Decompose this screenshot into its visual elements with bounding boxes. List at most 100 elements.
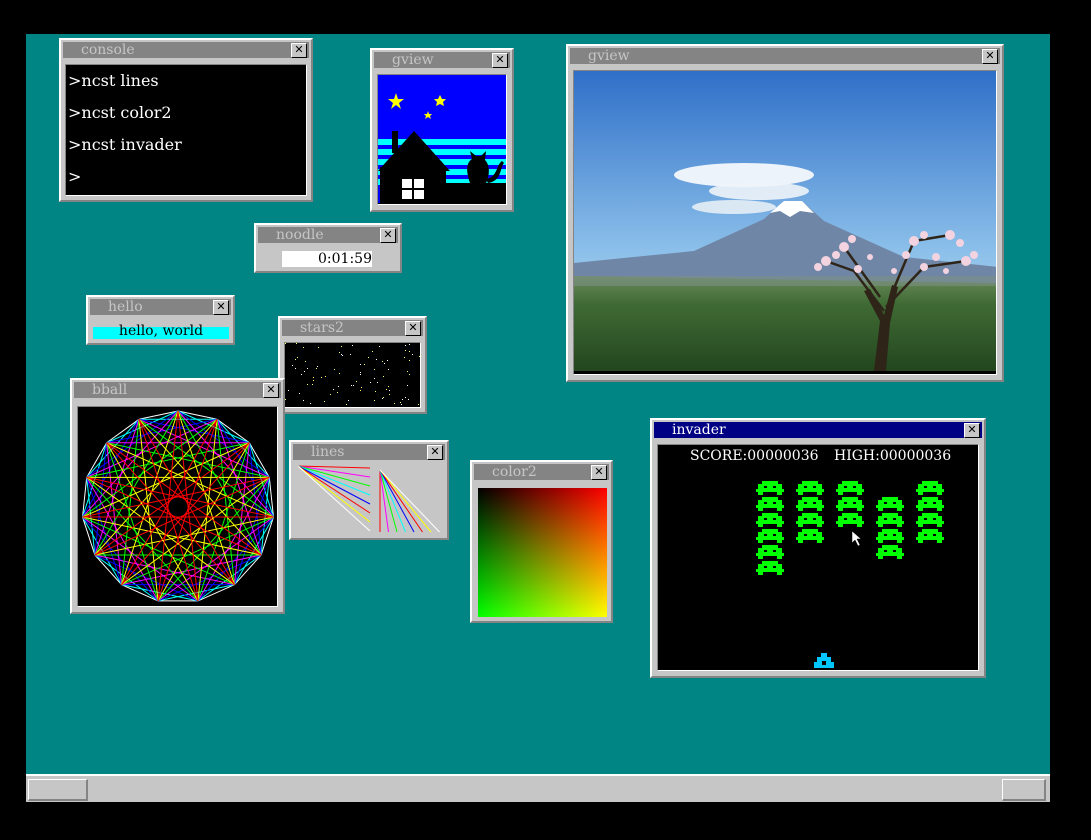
bball-close-button[interactable]: ✕ — [263, 383, 279, 398]
gview-small-window[interactable]: gview ✕ — [370, 48, 514, 212]
close-icon: ✕ — [294, 43, 304, 56]
bball-titlebar[interactable]: bball ✕ — [74, 382, 281, 398]
lines-stroke — [297, 465, 371, 514]
invader-sprite — [836, 497, 864, 511]
invader-close-button[interactable]: ✕ — [964, 423, 980, 438]
star — [408, 399, 409, 400]
star — [304, 371, 305, 372]
star — [360, 364, 361, 365]
star — [375, 391, 376, 392]
console-line: >ncst invader — [68, 135, 182, 154]
stars2-title: stars2 — [300, 320, 344, 336]
star — [292, 365, 293, 366]
star — [394, 403, 395, 404]
star — [384, 363, 385, 364]
console-close-button[interactable]: ✕ — [291, 43, 307, 58]
invader-window[interactable]: invader ✕ SCORE:00000036 HIGH:00000036 — [650, 418, 986, 678]
star — [372, 351, 373, 352]
star — [383, 397, 384, 398]
invader-game-area[interactable]: SCORE:00000036 HIGH:00000036 — [657, 444, 979, 671]
star — [376, 359, 377, 360]
star — [341, 354, 342, 355]
console-terminal[interactable]: >ncst lines >ncst color2 >ncst invader > — [65, 64, 307, 196]
color2-titlebar[interactable]: color2 ✕ — [474, 464, 609, 480]
lines-titlebar[interactable]: lines ✕ — [293, 444, 445, 460]
star — [387, 360, 388, 361]
invader-sprite — [796, 481, 824, 495]
star — [405, 397, 406, 398]
hello-close-button[interactable]: ✕ — [213, 300, 229, 315]
star — [285, 399, 286, 400]
console-prompt: > — [68, 167, 82, 186]
stars2-close-button[interactable]: ✕ — [405, 321, 421, 336]
star — [351, 385, 352, 386]
mountain-landscape-picture — [574, 71, 996, 371]
noodle-window[interactable]: noodle ✕ 0:01:59 — [254, 223, 402, 273]
bball-line — [121, 410, 179, 585]
invader-sprite — [796, 513, 824, 527]
invader-titlebar[interactable]: invader ✕ — [654, 422, 982, 438]
star — [312, 384, 313, 385]
start-button[interactable] — [28, 779, 88, 801]
star — [318, 347, 319, 348]
console-titlebar[interactable]: console ✕ — [63, 42, 309, 58]
gview-large-window[interactable]: gview ✕ — [566, 44, 1004, 382]
star — [338, 386, 339, 387]
noodle-close-button[interactable]: ✕ — [380, 228, 396, 243]
noodle-titlebar[interactable]: noodle ✕ — [258, 227, 398, 243]
desktop: console ✕ >ncst lines >ncst color2 >ncst… — [26, 34, 1050, 802]
gview-small-title: gview — [392, 52, 434, 68]
close-icon: ✕ — [266, 383, 276, 396]
star — [377, 382, 378, 383]
star — [307, 384, 308, 385]
stars2-window[interactable]: stars2 ✕ — [278, 316, 427, 414]
star — [388, 369, 389, 370]
bball-pattern — [82, 410, 274, 602]
tray-button[interactable] — [1002, 779, 1046, 801]
star — [364, 364, 365, 365]
gview-large-titlebar[interactable]: gview ✕ — [570, 48, 1000, 64]
star — [389, 394, 390, 395]
lines-title: lines — [311, 444, 345, 460]
lines-window[interactable]: lines ✕ — [289, 440, 449, 540]
hello-window[interactable]: hello ✕ hello, world — [86, 295, 235, 345]
invader-sprite — [756, 513, 784, 527]
star — [389, 390, 390, 391]
invader-sprite — [916, 481, 944, 495]
star — [386, 389, 387, 390]
color2-window[interactable]: color2 ✕ — [470, 460, 613, 623]
hello-message: hello, world — [118, 323, 204, 339]
console-window[interactable]: console ✕ >ncst lines >ncst color2 >ncst… — [59, 38, 313, 202]
star — [305, 361, 306, 362]
bball-window[interactable]: bball ✕ — [70, 378, 285, 614]
console-title: console — [81, 42, 135, 58]
gview-large-close-button[interactable]: ✕ — [982, 49, 998, 64]
invader-sprite — [796, 529, 824, 543]
console-line: >ncst lines — [68, 71, 159, 90]
star — [341, 346, 342, 347]
star — [301, 374, 302, 375]
bball-canvas — [77, 406, 278, 607]
star — [401, 404, 402, 405]
bball-line — [82, 516, 159, 602]
invader-sprite — [756, 529, 784, 543]
invader-sprite — [756, 561, 784, 575]
star — [382, 361, 383, 362]
star — [360, 374, 361, 375]
hello-title: hello — [108, 299, 143, 315]
star — [409, 374, 410, 375]
star — [360, 390, 361, 391]
star — [299, 393, 300, 394]
color2-close-button[interactable]: ✕ — [591, 465, 607, 480]
gview-small-titlebar[interactable]: gview ✕ — [374, 52, 510, 68]
star — [333, 389, 334, 390]
stars2-titlebar[interactable]: stars2 ✕ — [282, 320, 423, 336]
gview-small-close-button[interactable]: ✕ — [492, 53, 508, 68]
gview-small-image — [377, 74, 507, 205]
star — [324, 401, 325, 402]
close-icon: ✕ — [383, 228, 393, 241]
lines-close-button[interactable]: ✕ — [427, 445, 443, 460]
close-icon: ✕ — [495, 53, 505, 66]
star — [379, 346, 380, 347]
hello-titlebar[interactable]: hello ✕ — [90, 299, 231, 315]
